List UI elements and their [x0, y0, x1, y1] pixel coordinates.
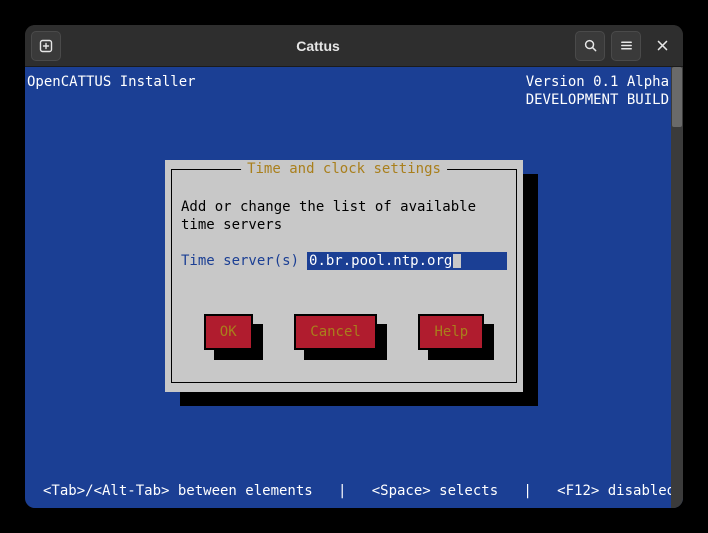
close-window-button[interactable]	[647, 31, 677, 61]
time-server-input[interactable]: 0.br.pool.ntp.org	[307, 252, 507, 270]
installer-name: OpenCATTUS Installer	[27, 73, 196, 91]
cancel-button[interactable]: Cancel	[294, 314, 377, 350]
close-icon	[656, 39, 669, 52]
hamburger-icon	[619, 38, 634, 53]
footer-hints: <Tab>/<Alt-Tab> between elements | <Spac…	[43, 482, 669, 500]
dialog-button-row: OK Cancel Help	[165, 314, 523, 350]
window-title: Cattus	[67, 38, 569, 54]
help-button[interactable]: Help	[418, 314, 484, 350]
dialog-body: Add or change the list of available time…	[181, 198, 507, 270]
dialog-title: Time and clock settings	[241, 160, 447, 178]
text-cursor	[453, 254, 461, 268]
dialog-message: Add or change the list of available time…	[181, 198, 507, 234]
installer-version: Version 0.1 Alpha DEVELOPMENT BUILD	[526, 73, 669, 109]
scrollbar[interactable]	[671, 67, 683, 508]
titlebar: Cattus	[25, 25, 683, 67]
search-icon	[583, 38, 598, 53]
time-server-row: Time server(s) 0.br.pool.ntp.org	[181, 252, 507, 270]
time-settings-dialog: Time and clock settings Add or change th…	[165, 160, 523, 392]
search-button[interactable]	[575, 31, 605, 61]
terminal-viewport: OpenCATTUS Installer Version 0.1 Alpha D…	[25, 67, 683, 508]
new-tab-icon	[38, 38, 54, 54]
time-server-label: Time server(s)	[181, 252, 299, 270]
new-tab-button[interactable]	[31, 31, 61, 61]
ok-button[interactable]: OK	[204, 314, 253, 350]
terminal-window: Cattus OpenCATTUS Installer Version	[25, 25, 683, 508]
menu-button[interactable]	[611, 31, 641, 61]
